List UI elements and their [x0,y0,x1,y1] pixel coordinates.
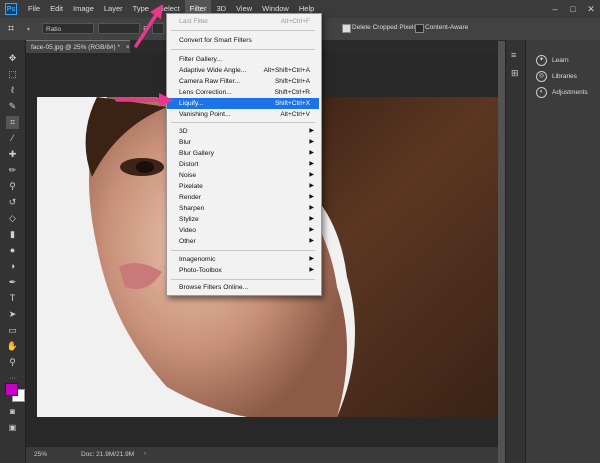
annotation-arrow-icon [134,4,163,48]
menu-item-other[interactable]: Other ▶ [167,236,319,247]
menu-item-distort[interactable]: Distort ▶ [167,159,319,170]
menu-image[interactable]: Image [68,0,99,18]
menu-separator [171,49,315,50]
zoom-tool-icon[interactable]: ⚲ [6,356,19,369]
brush-tool-icon[interactable]: ✏ [6,164,19,177]
menu-item-3d[interactable]: 3D ▶ [167,126,319,137]
document-size: Doc: 21.9M/21.9M [81,451,135,458]
menu-item-filter-gallery[interactable]: Filter Gallery... [167,54,319,65]
menu-item-render[interactable]: Render ▶ [167,192,319,203]
move-tool-icon[interactable]: ✥ [6,52,19,65]
panel-libraries[interactable]: ◎ Libraries [536,71,577,82]
menu-item-video[interactable]: Video ▶ [167,225,319,236]
content-aware-label: Content-Aware [425,24,469,31]
menu-item-sharpen[interactable]: Sharpen ▶ [167,203,319,214]
foreground-color-swatch[interactable] [5,383,18,396]
panel-adjustments[interactable]: ◐ Adjustments [536,87,588,98]
menu-separator [171,250,315,251]
menu-file[interactable]: File [23,0,45,18]
filter-menu-dropdown: Last Filter Alt+Ctrl+F Convert for Smart… [166,13,322,296]
clone-stamp-icon[interactable]: ⚲ [6,180,19,193]
ratio-select[interactable]: Ratio [42,23,94,34]
quick-mask-icon[interactable]: ◙ [6,405,19,418]
submenu-arrow-icon: ▶ [309,128,314,134]
menu-item-vanishing-point[interactable]: Vanishing Point... Alt+Ctrl+V [167,109,319,120]
zoom-level[interactable]: 25% [34,451,47,458]
delete-cropped-checkbox[interactable] [342,24,351,33]
menu-item-convert-smart[interactable]: Convert for Smart Filters [167,35,319,46]
menu-item-last-filter: Last Filter Alt+Ctrl+F [179,18,310,25]
status-arrow-icon[interactable]: › [144,450,146,457]
quick-select-tool-icon[interactable]: ✎ [6,100,19,113]
eraser-tool-icon[interactable]: ◇ [6,212,19,225]
menu-item-liquify[interactable]: Liquify... Shift+Ctrl+X [167,98,319,109]
hand-tool-icon[interactable]: ✋ [6,340,19,353]
marquee-tool-icon[interactable]: ⬚ [6,68,19,81]
history-brush-icon[interactable]: ↺ [6,196,19,209]
libraries-icon: ◎ [536,71,547,82]
gradient-tool-icon[interactable]: ▮ [6,228,19,241]
crop-tool-icon[interactable]: ⌗ [8,22,22,36]
submenu-arrow-icon: ▶ [309,172,314,178]
submenu-arrow-icon: ▶ [309,194,314,200]
lasso-tool-icon[interactable]: ℓ [6,84,19,97]
photoshop-logo-icon: Ps [5,3,17,15]
content-aware-checkbox[interactable] [415,24,424,33]
menu-separator [171,279,315,280]
submenu-arrow-icon: ▶ [309,267,314,273]
status-bar: 25% Doc: 21.9M/21.9M › [26,447,498,463]
menu-item-adaptive-wide-angle[interactable]: Adaptive Wide Angle... Alt+Shift+Ctrl+A [167,65,319,76]
adjustments-icon: ◐ [536,87,547,98]
menu-item-pixelate[interactable]: Pixelate ▶ [167,181,319,192]
menu-separator [171,122,315,123]
chevron-down-icon[interactable]: ▾ [27,26,30,33]
blur-tool-icon[interactable]: ● [6,244,19,257]
submenu-arrow-icon: ▶ [309,216,314,222]
menu-item-lens-correction[interactable]: Lens Correction... Shift+Ctrl+R [167,87,319,98]
menu-item-camera-raw[interactable]: Camera Raw Filter... Shift+Ctrl+A [167,76,319,87]
submenu-arrow-icon: ▶ [309,161,314,167]
minimize-button[interactable]: – [546,0,564,18]
submenu-arrow-icon: ▶ [309,238,314,244]
menu-item-blur-gallery[interactable]: Blur Gallery ▶ [167,148,319,159]
submenu-arrow-icon: ▶ [309,139,314,145]
crop-tool-icon[interactable]: ⌗ [6,116,19,129]
menu-item-browse-online[interactable]: Browse Filters Online... [167,282,319,293]
document-tab-title: face-05.jpg @ 25% (RGB/8#) * [31,44,120,51]
restore-button[interactable]: □ [564,0,582,18]
menu-layer[interactable]: Layer [99,0,128,18]
panel-icon-strip: ≡ ⊞ [505,40,526,463]
menu-item-stylize[interactable]: Stylize ▶ [167,214,319,225]
panel-learn[interactable]: ✦ Learn [536,55,569,66]
submenu-arrow-icon: ▶ [309,256,314,262]
delete-cropped-label: Delete Cropped Pixels [352,24,417,31]
menu-separator [171,30,315,31]
eyedropper-tool-icon[interactable]: ⁄ [6,132,19,145]
submenu-arrow-icon: ▶ [309,227,314,233]
submenu-arrow-icon: ▶ [309,150,314,156]
tools-panel: ✥ ⬚ ℓ ✎ ⌗ ⁄ ✚ ✏ ⚲ ↺ ◇ ▮ ● ◑ ✒ T ➤ ▭ ✋ ⚲ … [0,40,26,463]
path-select-icon[interactable]: ➤ [6,308,19,321]
close-window-button[interactable]: ✕ [582,0,600,18]
dodge-tool-icon[interactable]: ◑ [6,260,19,273]
properties-panel-icon[interactable]: ⊞ [511,68,519,79]
submenu-arrow-icon: ▶ [309,205,314,211]
document-tab[interactable]: face-05.jpg @ 25% (RGB/8#) * × [26,40,130,53]
healing-brush-icon[interactable]: ✚ [6,148,19,161]
menu-edit[interactable]: Edit [45,0,68,18]
history-panel-icon[interactable]: ≡ [511,50,516,60]
type-tool-icon[interactable]: T [6,292,19,305]
right-panel: ✦ Learn ◎ Libraries ◐ Adjustments [525,40,600,463]
menu-item-blur[interactable]: Blur ▶ [167,137,319,148]
menu-item-photo-toolbox[interactable]: Photo-Toolbox ▶ [167,265,319,276]
lightbulb-icon: ✦ [536,55,547,66]
screen-mode-icon[interactable]: ▣ [6,421,19,434]
menu-item-imagenomic[interactable]: Imagenomic ▶ [167,254,319,265]
annotation-arrow-icon [115,93,173,107]
pen-tool-icon[interactable]: ✒ [6,276,19,289]
submenu-arrow-icon: ▶ [309,183,314,189]
shape-tool-icon[interactable]: ▭ [6,324,19,337]
menu-item-noise[interactable]: Noise ▶ [167,170,319,181]
